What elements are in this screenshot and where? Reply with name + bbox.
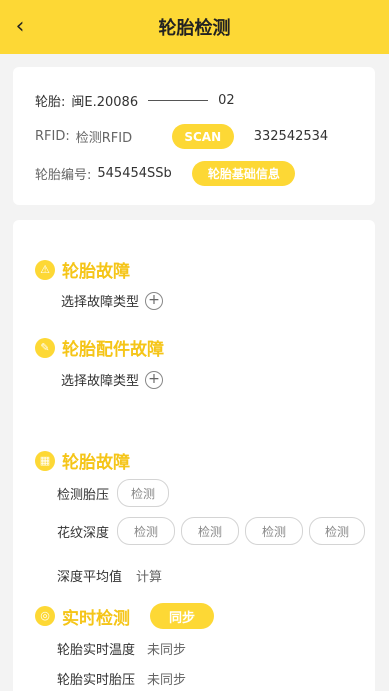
temp-value: 未同步 (147, 643, 187, 658)
tire-detect-title: 轮胎故障 (62, 453, 130, 473)
rfid-input[interactable]: 检测RFID (76, 127, 172, 146)
tire-row: 轮胎: 闽E.20086 02 (35, 91, 235, 110)
parts-fault-section-title: ✎ 轮胎配件故障 (35, 335, 164, 360)
page-title: 轮胎检测 (158, 18, 231, 39)
tread-row: 花纹深度 检测 检测 检测 检测 (57, 517, 366, 545)
temp-label: 轮胎实时温度 (57, 643, 136, 658)
temp-row: 轮胎实时温度 未同步 (57, 639, 186, 658)
code-value: 545454SSb (97, 166, 172, 181)
calculate-button[interactable]: 计算 (136, 566, 162, 585)
rfid-row: RFID: 检测RFID SCAN 332542534 (35, 124, 328, 149)
detection-card: ⚠ 轮胎故障 选择故障类型 + ✎ 轮胎配件故障 选择故障类型 + ▦ 轮胎故障… (13, 220, 375, 691)
realtime-pressure-value: 未同步 (147, 673, 187, 688)
realtime-title: 实时检测 (62, 608, 130, 629)
tread-label: 花纹深度 (57, 525, 110, 541)
gauge-icon: ▦ (35, 450, 55, 471)
realtime-section-title: ◎ 实时检测 同步 (35, 603, 214, 629)
parts-fault-select[interactable]: 选择故障类型 + (61, 370, 164, 389)
back-icon[interactable]: ‹ (10, 14, 30, 40)
header-bar: ‹ 轮胎检测 (0, 0, 389, 54)
pressure-detect-button[interactable]: 检测 (117, 479, 170, 507)
tread-detect-button-4[interactable]: 检测 (309, 517, 366, 545)
tread-detect-button-3[interactable]: 检测 (245, 517, 304, 545)
add-fault-icon[interactable]: + (145, 291, 164, 310)
realtime-pressure-label: 轮胎实时胎压 (57, 673, 136, 688)
parts-fault-title: 轮胎配件故障 (62, 340, 164, 360)
pressure-label: 检测胎压 (57, 487, 110, 503)
realtime-pressure-row: 轮胎实时胎压 未同步 (57, 669, 186, 688)
tire-fault-title: 轮胎故障 (62, 262, 130, 282)
code-row: 轮胎编号: 545454SSb 轮胎基础信息 (35, 161, 296, 186)
realtime-icon: ◎ (35, 606, 55, 626)
add-parts-fault-icon[interactable]: + (145, 370, 164, 389)
tire-fault-select[interactable]: 选择故障类型 + (61, 291, 164, 310)
rfid-label: RFID: (35, 129, 70, 144)
tread-detect-button-2[interactable]: 检测 (181, 517, 240, 545)
scan-button[interactable]: SCAN (171, 124, 234, 149)
avg-row: 深度平均值 计算 (57, 566, 162, 585)
warning-icon: ⚠ (35, 259, 55, 280)
tire-info-card: 轮胎: 闽E.20086 02 RFID: 检测RFID SCAN 332542… (13, 67, 375, 205)
tire-plate-suffix: 02 (218, 93, 235, 108)
select-fault-label: 选择故障类型 (61, 295, 140, 310)
tread-detect-button-1[interactable]: 检测 (117, 517, 176, 545)
tire-label: 轮胎: (35, 95, 66, 110)
divider-line (148, 100, 209, 101)
pressure-row: 检测胎压 检测 (57, 479, 170, 507)
sync-button[interactable]: 同步 (150, 603, 214, 629)
rfid-value: 332542534 (253, 129, 329, 144)
select-parts-fault-label: 选择故障类型 (61, 374, 140, 389)
avg-depth-label: 深度平均值 (57, 570, 123, 585)
code-label: 轮胎编号: (35, 168, 92, 183)
wrench-icon: ✎ (35, 337, 55, 358)
basic-info-button[interactable]: 轮胎基础信息 (192, 161, 296, 186)
tire-fault-section-title: ⚠ 轮胎故障 (35, 257, 130, 282)
tire-plate-prefix: 闽E.20086 (71, 95, 139, 110)
tire-detect-section-title: ▦ 轮胎故障 (35, 448, 130, 473)
